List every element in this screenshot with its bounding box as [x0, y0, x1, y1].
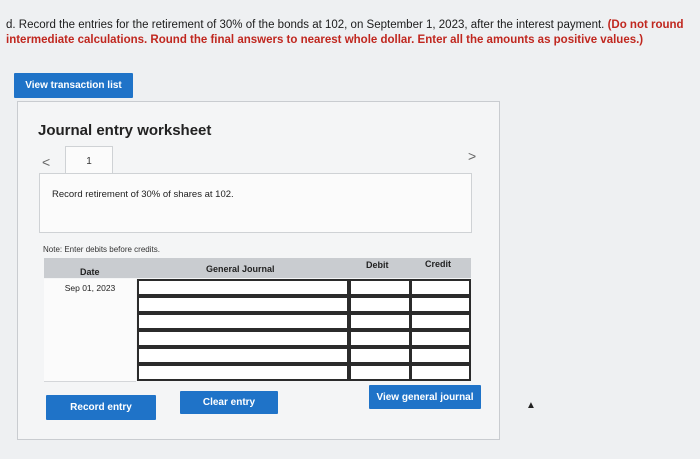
date-cell: Sep 01, 2023 — [44, 279, 136, 297]
view-general-journal-button[interactable]: View general journal — [369, 385, 481, 409]
account-input[interactable] — [137, 296, 349, 313]
credit-input[interactable] — [410, 296, 471, 313]
account-input[interactable] — [137, 330, 349, 347]
column-header-debit: Debit — [366, 260, 389, 270]
credit-input[interactable] — [410, 330, 471, 347]
record-entry-button[interactable]: Record entry — [46, 395, 156, 420]
entry-description: Record retirement of 30% of shares at 10… — [52, 189, 234, 200]
debit-input[interactable] — [349, 279, 411, 296]
date-cell — [44, 313, 136, 331]
question-body: d. Record the entries for the retirement… — [6, 19, 605, 31]
column-header-date: Date — [80, 267, 100, 277]
column-header-credit: Credit — [425, 259, 452, 269]
table-row — [44, 364, 471, 382]
debit-input[interactable] — [349, 296, 411, 313]
note-text: Note: Enter debits before credits. — [43, 245, 160, 254]
table-row — [44, 330, 471, 348]
date-cell — [44, 364, 136, 382]
table-row — [44, 296, 471, 314]
credit-input[interactable] — [410, 347, 471, 364]
table-row — [44, 347, 471, 365]
question-text: d. Record the entries for the retirement… — [6, 18, 696, 48]
account-input[interactable] — [137, 364, 349, 381]
credit-input[interactable] — [410, 313, 471, 330]
chevron-left-icon[interactable]: < — [42, 154, 50, 170]
account-input[interactable] — [137, 279, 349, 296]
debit-input[interactable] — [349, 313, 411, 330]
date-cell — [44, 347, 136, 365]
column-header-general-journal: General Journal — [206, 264, 275, 274]
clear-entry-button[interactable]: Clear entry — [180, 391, 278, 414]
entry-description-box: Record retirement of 30% of shares at 10… — [39, 173, 472, 233]
debit-input[interactable] — [349, 330, 411, 347]
debit-input[interactable] — [349, 364, 411, 381]
table-row — [44, 313, 471, 331]
table-row: Sep 01, 2023 — [44, 279, 471, 297]
account-input[interactable] — [137, 347, 349, 364]
journal-table-header: Date General Journal Debit Credit — [44, 258, 471, 278]
date-cell — [44, 330, 136, 348]
entry-tab-1[interactable]: 1 — [65, 146, 113, 175]
account-input[interactable] — [137, 313, 349, 330]
date-cell — [44, 296, 136, 314]
chevron-right-icon[interactable]: > — [468, 148, 476, 164]
mouse-cursor-icon: ▲ — [526, 400, 536, 411]
view-transaction-list-button[interactable]: View transaction list — [14, 73, 133, 98]
debit-input[interactable] — [349, 347, 411, 364]
worksheet-title: Journal entry worksheet — [38, 122, 212, 139]
credit-input[interactable] — [410, 364, 471, 381]
journal-entry-worksheet: Journal entry worksheet < 1 > Record ret… — [17, 101, 500, 440]
credit-input[interactable] — [410, 279, 471, 296]
